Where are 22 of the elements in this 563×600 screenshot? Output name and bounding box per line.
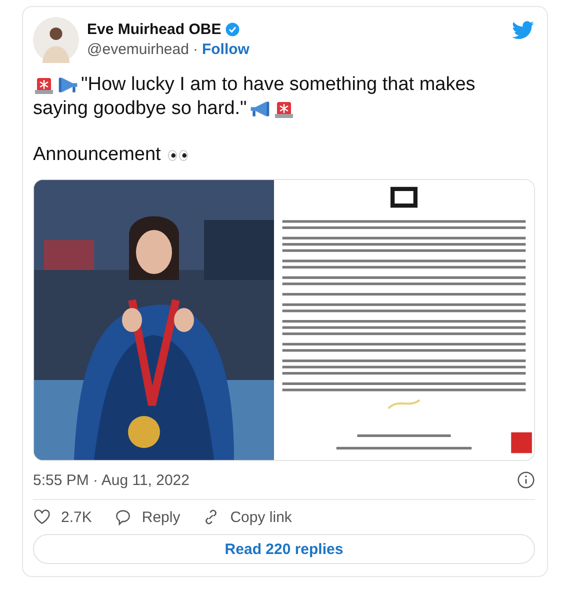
tweet-text-line: saying goodbye so hard." bbox=[33, 97, 247, 121]
tweet-text-line: "How lucky I am to have something that makes bbox=[81, 73, 476, 97]
author-handle: @evemuirhead bbox=[87, 41, 189, 58]
follow-link[interactable]: Follow bbox=[202, 41, 250, 58]
heart-icon bbox=[33, 508, 51, 526]
link-action[interactable]: Copy link bbox=[202, 508, 292, 526]
siren-icon bbox=[272, 99, 295, 119]
tweet-timestamp: 5:55 PM · Aug 11, 2022 bbox=[33, 472, 190, 488]
bird-logo-icon[interactable] bbox=[511, 21, 535, 41]
info-icon[interactable] bbox=[517, 471, 535, 489]
megaphone-icon bbox=[57, 75, 79, 95]
eyes-icon bbox=[166, 150, 189, 160]
separator-dot: · bbox=[192, 41, 198, 58]
like-action[interactable]: 2.7K bbox=[33, 508, 92, 526]
avatar-icon[interactable] bbox=[33, 17, 79, 63]
announcement-text: Announcement bbox=[33, 143, 161, 167]
reply-action[interactable]: Reply bbox=[114, 508, 180, 526]
speech-bubble-icon bbox=[114, 508, 132, 526]
megaphone-icon bbox=[248, 99, 271, 119]
siren-icon bbox=[33, 75, 55, 95]
author-name: Eve Muirhead OBE bbox=[87, 21, 222, 38]
read-replies-button[interactable]: Read 220 replies bbox=[33, 534, 535, 564]
